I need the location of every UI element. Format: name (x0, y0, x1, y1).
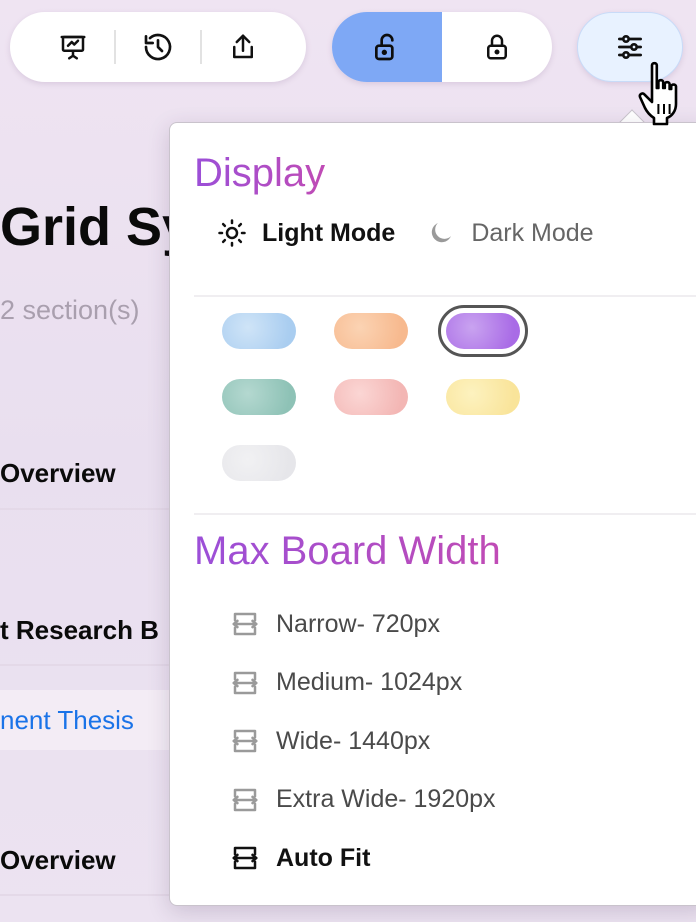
history-button[interactable] (130, 19, 186, 75)
light-mode-label: Light Mode (262, 218, 396, 247)
presentation-button[interactable] (45, 19, 101, 75)
swatch-sky[interactable] (222, 313, 296, 349)
width-option-label: Medium- 1024px (276, 668, 463, 697)
width-option-label: Auto Fit (276, 843, 371, 872)
presentation-icon (60, 35, 86, 60)
max-board-width-heading: Max Board Width (194, 529, 501, 573)
section-divider (0, 664, 175, 666)
dark-mode-label: Dark Mode (471, 218, 594, 247)
section-divider (194, 513, 696, 515)
share-button[interactable] (215, 19, 271, 75)
swatch-peach[interactable] (334, 313, 408, 349)
toolbar-separator (114, 30, 117, 64)
moon-icon (425, 217, 457, 249)
theme-mode-row: Light Mode Dark Mode (216, 217, 624, 249)
unlock-icon (375, 33, 394, 61)
dark-mode-option[interactable]: Dark Mode (425, 217, 594, 249)
resize-width-icon (228, 783, 262, 817)
toolbar-separator (199, 30, 202, 64)
link-row[interactable]: nent Thesis (0, 690, 175, 750)
resize-width-icon (228, 607, 262, 641)
toolbar-left (10, 12, 306, 82)
swatch-rose[interactable] (334, 379, 408, 415)
sliders-icon (618, 35, 642, 59)
unlock-button[interactable] (332, 12, 442, 82)
page-title: Grid Sy (0, 197, 193, 257)
display-heading: Display (194, 151, 326, 195)
width-option-label: Extra Wide- 1920px (276, 785, 496, 814)
lock-icon (487, 34, 507, 60)
lock-toggle (332, 12, 552, 82)
page-subtitle: 2 section(s) (0, 295, 140, 325)
resize-width-icon (228, 666, 262, 700)
history-icon (144, 33, 172, 61)
sun-icon (216, 217, 248, 249)
width-option-label: Narrow- 720px (276, 609, 440, 638)
section-heading[interactable]: Overview (0, 458, 116, 489)
section-divider (0, 894, 175, 896)
settings-popover: Display Light Mode Dark Mode Max Board W… (169, 122, 696, 906)
width-option-auto-fit[interactable]: Auto Fit (228, 829, 496, 888)
hand-pointer-cursor (638, 61, 678, 126)
width-option-label: Wide- 1440px (276, 726, 431, 755)
light-mode-option[interactable]: Light Mode (216, 217, 395, 249)
share-icon (233, 34, 254, 59)
section-heading[interactable]: t Research B (0, 615, 159, 646)
width-option-medium[interactable]: Medium- 1024px (228, 654, 496, 713)
swatch-purple[interactable] (438, 305, 528, 357)
section-divider (0, 508, 175, 510)
section-divider (194, 295, 696, 297)
swatch-mist[interactable] (222, 445, 296, 481)
width-option-extra-wide[interactable]: Extra Wide- 1920px (228, 771, 496, 830)
link-text[interactable]: nent Thesis (0, 705, 134, 736)
resize-width-icon (228, 724, 262, 758)
board-width-options: Narrow- 720px Medium- 1024px Wide- 1440p… (228, 595, 496, 888)
swatch-lemon[interactable] (446, 379, 520, 415)
swatch-teal[interactable] (222, 379, 296, 415)
resize-width-icon (228, 841, 262, 875)
lock-button[interactable] (442, 12, 552, 82)
section-heading[interactable]: Overview (0, 845, 116, 876)
width-option-narrow[interactable]: Narrow- 720px (228, 595, 496, 654)
width-option-wide[interactable]: Wide- 1440px (228, 712, 496, 771)
